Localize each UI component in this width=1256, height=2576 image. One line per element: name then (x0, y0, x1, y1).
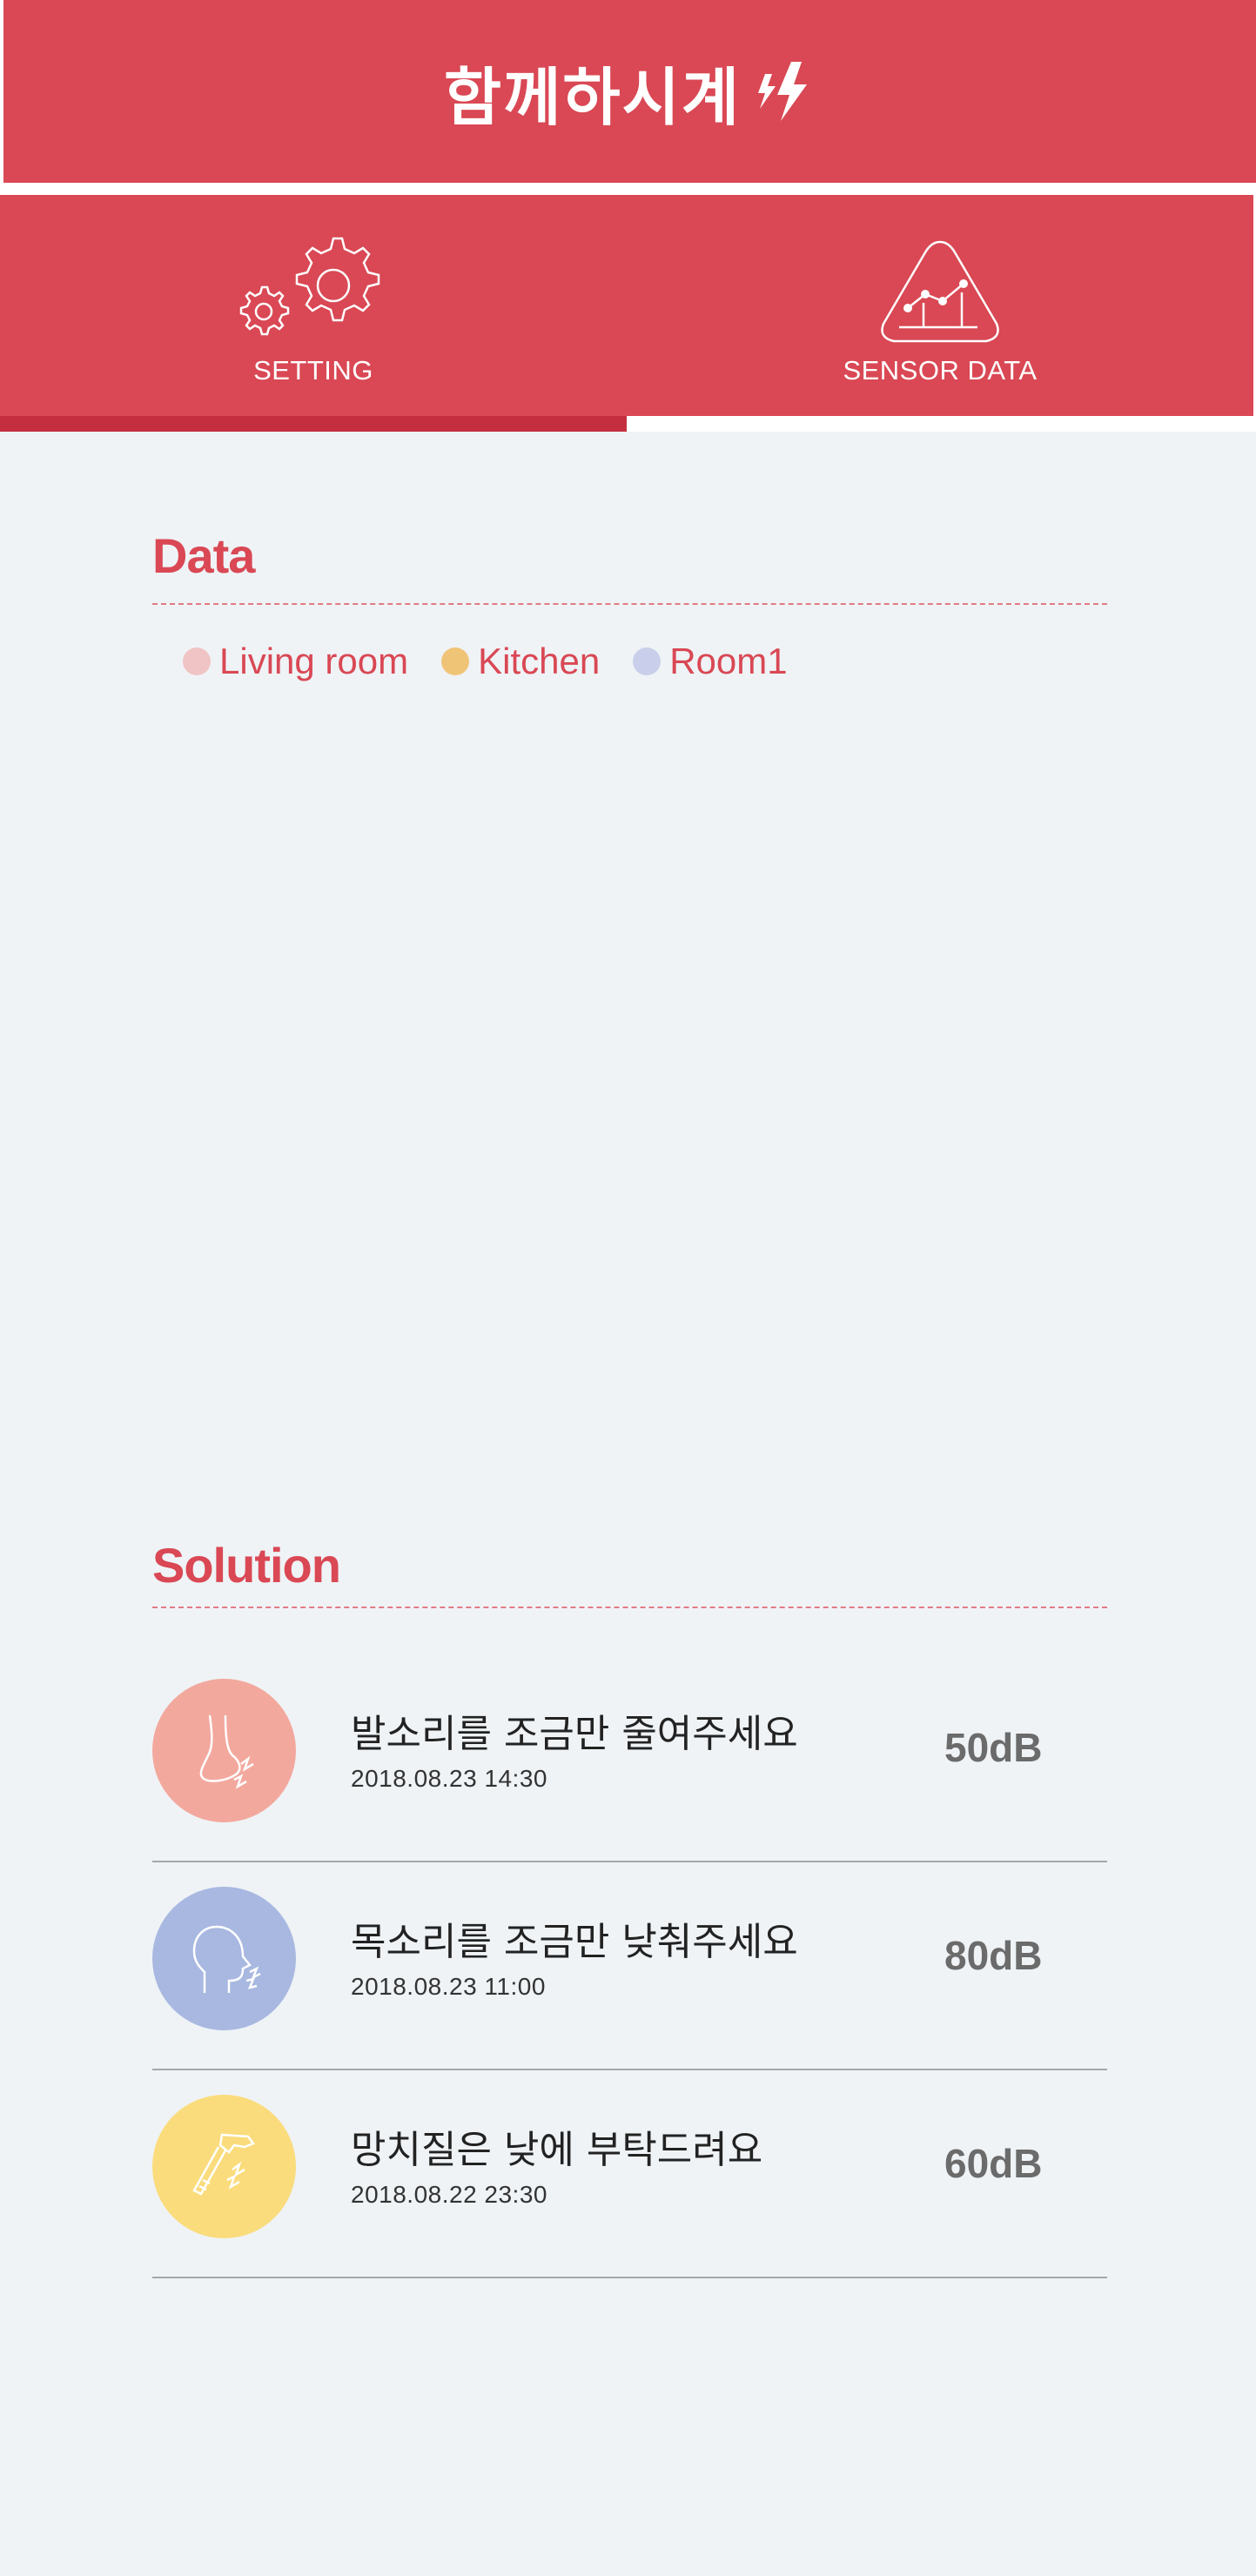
legend-label: Room1 (669, 641, 788, 681)
solution-divider (152, 1607, 1107, 1608)
solution-timestamp: 2018.08.22 23:30 (351, 2181, 547, 2208)
solution-icon-badge (152, 1887, 296, 2030)
legend-dot (183, 647, 211, 675)
solution-section-title: Solution (152, 1538, 341, 1593)
legend-item-living-room[interactable]: Living room (183, 641, 408, 682)
solution-text: 목소리를 조금만 낮춰주세요 2018.08.23 11:00 (351, 1910, 798, 2001)
data-divider (152, 603, 1107, 605)
solution-level: 80dB (944, 1933, 1043, 1978)
legend-dot (633, 647, 662, 675)
solution-timestamp: 2018.08.23 11:00 (351, 1973, 546, 2000)
solution-icon-badge (152, 1679, 296, 1822)
solution-message: 망치질은 낮에 부탁드려요 (351, 2128, 763, 2172)
solution-message: 발소리를 조금만 줄여주세요 (351, 1712, 798, 1756)
lightning-icon (758, 62, 808, 121)
main-content: Data Living room Kitchen Room1 Solution (0, 432, 1256, 2576)
legend-label: Kitchen (478, 641, 601, 681)
tab-sensor-data-label: SENSOR DATA (843, 355, 1038, 386)
voice-icon (192, 1925, 261, 1993)
tab-setting[interactable]: SETTING (0, 195, 627, 416)
gears-icon (239, 237, 380, 336)
legend-label: Living room (219, 641, 409, 681)
solution-row-footsteps[interactable]: 발소리를 조금만 줄여주세요 2018.08.23 14:30 50dB (152, 1654, 1107, 1862)
solution-level: 60dB (944, 2141, 1043, 2186)
solution-icon-badge (152, 2095, 296, 2238)
tab-bar: SETTING SENSOR DATA (0, 195, 1253, 416)
solution-level: 50dB (944, 1725, 1043, 1770)
solution-text: 발소리를 조금만 줄여주세요 2018.08.23 14:30 (351, 1702, 798, 1793)
solution-timestamp: 2018.08.23 14:30 (351, 1765, 547, 1792)
solution-row-hammer[interactable]: 망치질은 낮에 부탁드려요 2018.08.22 23:30 60dB (152, 2070, 1107, 2278)
solution-list: 발소리를 조금만 줄여주세요 2018.08.23 14:30 50dB 목소리… (152, 1654, 1107, 2278)
app-title-text: 함께하시계 (443, 60, 742, 134)
data-section-title: Data (152, 528, 255, 583)
active-tab-indicator (0, 416, 627, 432)
hammer-icon (191, 2133, 255, 2196)
legend-item-room1[interactable]: Room1 (633, 641, 788, 682)
solution-text: 망치질은 낮에 부탁드려요 2018.08.22 23:30 (351, 2118, 762, 2209)
solution-message: 목소리를 조금만 낮춰주세요 (351, 1920, 798, 1964)
legend-dot (441, 647, 470, 675)
line-chart-icon (881, 240, 999, 343)
chart-legend: Living room Kitchen Room1 (183, 641, 821, 682)
chart-area (152, 710, 1107, 1459)
tab-setting-label: SETTING (253, 355, 373, 386)
solution-row-voice[interactable]: 목소리를 조금만 낮춰주세요 2018.08.23 11:00 80dB (152, 1862, 1107, 2070)
legend-item-kitchen[interactable]: Kitchen (441, 641, 600, 682)
app-header: 함께하시계 (3, 0, 1256, 183)
foot-icon (199, 1714, 254, 1789)
app-title: 함께하시계 (444, 46, 816, 138)
tab-sensor-data[interactable]: SENSOR DATA (627, 195, 1253, 416)
